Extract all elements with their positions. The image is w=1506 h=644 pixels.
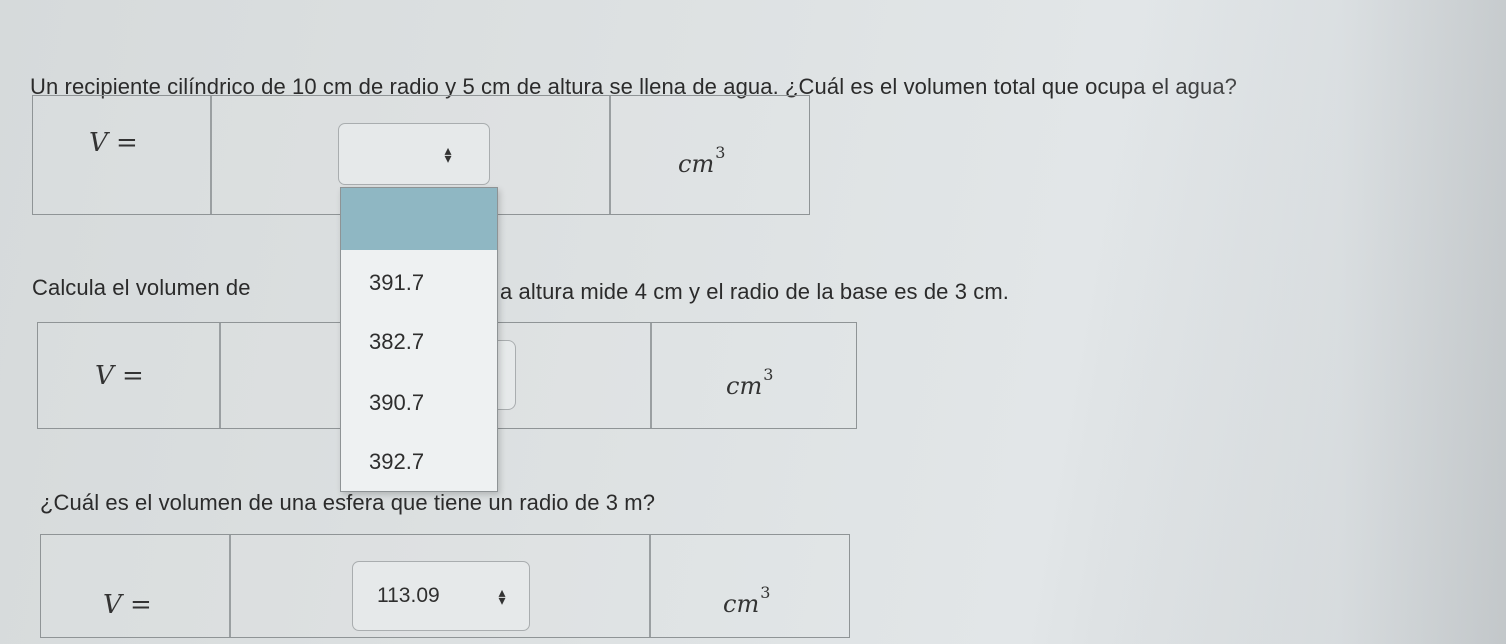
- volume-select-1[interactable]: ▴ ▾: [338, 123, 490, 185]
- cell-divider: [229, 535, 231, 637]
- unit-label: cm3: [678, 143, 726, 178]
- dropdown-option[interactable]: 390.7: [369, 390, 424, 416]
- cell-divider: [210, 96, 212, 214]
- unit-label: cm3: [723, 583, 771, 618]
- dropdown-option[interactable]: 392.7: [369, 449, 424, 475]
- cell-divider: [219, 323, 221, 428]
- unit-label: cm3: [726, 365, 774, 400]
- variable-label: V =: [89, 128, 138, 158]
- volume-dropdown-list[interactable]: 391.7 382.7 390.7 392.7: [340, 187, 498, 492]
- dropdown-option[interactable]: 382.7: [369, 329, 424, 355]
- question-2-text-right: a altura mide 4 cm y el radio de la base…: [500, 279, 1010, 304]
- variable-label: V =: [103, 590, 152, 620]
- cell-divider: [650, 323, 652, 428]
- dropdown-option-empty-highlighted[interactable]: [341, 188, 497, 250]
- question-3-text: ¿Cuál es el volumen de una esfera que ti…: [40, 490, 656, 515]
- question-2-text-left: Calcula el volumen de: [32, 275, 251, 300]
- cell-divider: [649, 535, 651, 637]
- dropdown-option[interactable]: 391.7: [369, 270, 424, 296]
- select-value: 113.09: [377, 584, 440, 607]
- spinner-arrows-icon: ▴ ▾: [444, 142, 452, 166]
- variable-label: V =: [95, 361, 144, 391]
- spinner-arrows-icon: ▴ ▾: [498, 584, 506, 608]
- cell-divider: [609, 96, 611, 214]
- volume-select-3[interactable]: 113.09 ▴ ▾: [352, 561, 530, 631]
